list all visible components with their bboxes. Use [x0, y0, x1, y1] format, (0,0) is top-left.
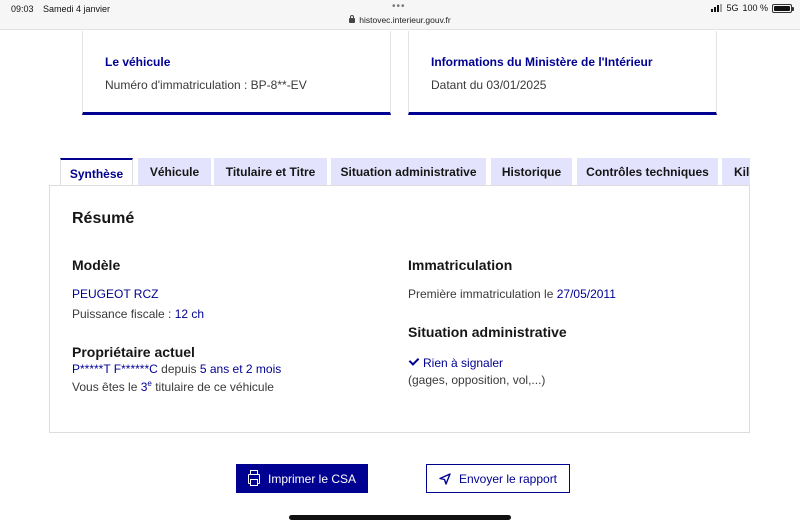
- model-name: PEUGEOT RCZ: [72, 287, 159, 301]
- owner-rank: Vous êtes le 3e titulaire de ce véhicule: [72, 379, 274, 394]
- first-registration: Première immatriculation le 27/05/2011: [408, 287, 616, 301]
- send-report-button[interactable]: Envoyer le rapport: [426, 464, 570, 493]
- print-csa-button[interactable]: Imprimer le CSA: [236, 464, 368, 493]
- fiscal-power: Puissance fiscale : 12 ch: [72, 307, 204, 321]
- signal-icon: [711, 4, 723, 12]
- status-indicators: 5G 100 %: [711, 3, 794, 13]
- status-time: 09:03: [11, 4, 34, 14]
- tab-controles-techniques[interactable]: Contrôles techniques: [577, 158, 718, 186]
- admin-situation-heading: Situation administrative: [408, 324, 567, 340]
- owner-since-value: 5 ans et 2 mois: [199, 362, 282, 376]
- tab-kilometrage[interactable]: Kilo: [722, 158, 750, 186]
- printer-icon: [247, 469, 260, 486]
- tab-titulaire[interactable]: Titulaire et Titre: [214, 158, 327, 186]
- registration-number: Numéro d'immatriculation : BP-8**-EV: [105, 78, 307, 92]
- admin-status: Rien à signaler: [408, 355, 504, 370]
- lock-icon: [349, 15, 356, 23]
- owner-heading: Propriétaire actuel: [72, 344, 195, 360]
- send-report-label: Envoyer le rapport: [458, 471, 558, 486]
- send-icon: [439, 472, 451, 485]
- ministry-card-title: Informations du Ministère de l'Intérieur: [431, 55, 653, 69]
- registration-heading: Immatriculation: [408, 257, 513, 273]
- battery-label: 100 %: [742, 3, 768, 13]
- first-registration-date: 27/05/2011: [556, 287, 616, 301]
- admin-detail: (gages, opposition, vol,...): [408, 373, 546, 387]
- print-csa-label: Imprimer le CSA: [267, 471, 356, 486]
- tab-vehicule[interactable]: Véhicule: [138, 158, 211, 186]
- summary-heading: Résumé: [72, 210, 135, 227]
- address-bar[interactable]: histovec.interieur.gouv.fr: [0, 15, 800, 25]
- status-date: Samedi 4 janvier: [43, 4, 111, 14]
- url-text: histovec.interieur.gouv.fr: [359, 15, 451, 25]
- tab-bar: Synthèse Véhicule Titulaire et Titre Sit…: [60, 158, 750, 186]
- vehicle-card: Le véhicule Numéro d'immatriculation : B…: [82, 31, 391, 115]
- fiscal-power-value: 12 ch: [174, 307, 205, 321]
- tab-synthese[interactable]: Synthèse: [60, 158, 133, 186]
- battery-fill: [774, 5, 790, 11]
- tab-situation-administrative[interactable]: Situation administrative: [331, 158, 486, 186]
- home-indicator[interactable]: [289, 515, 511, 520]
- owner-rank-number: 3e: [141, 379, 152, 394]
- data-date: Datant du 03/01/2025: [431, 78, 547, 92]
- admin-status-text: Rien à signaler: [423, 356, 504, 370]
- model-heading: Modèle: [72, 257, 121, 273]
- battery-icon: [772, 3, 794, 13]
- network-label: 5G: [726, 3, 739, 13]
- owner-since-label: depuis: [157, 362, 200, 376]
- fiscal-power-label: Puissance fiscale :: [72, 307, 175, 321]
- owner-line: P*****T F******C depuis 5 ans et 2 mois: [72, 362, 281, 376]
- more-dots-icon[interactable]: •••: [392, 1, 406, 12]
- owner-rank-prefix: Vous êtes le: [72, 380, 141, 394]
- owner-rank-suffix: titulaire de ce véhicule: [151, 380, 274, 394]
- check-icon: [408, 355, 420, 366]
- first-registration-label: Première immatriculation le: [408, 287, 557, 301]
- tab-historique[interactable]: Historique: [491, 158, 572, 186]
- ministry-card: Informations du Ministère de l'Intérieur…: [408, 31, 717, 115]
- vehicle-card-title: Le véhicule: [105, 55, 171, 69]
- status-bar: 09:03 Samedi 4 janvier ••• histovec.inte…: [0, 0, 800, 30]
- owner-name: P*****T F******C: [72, 362, 158, 376]
